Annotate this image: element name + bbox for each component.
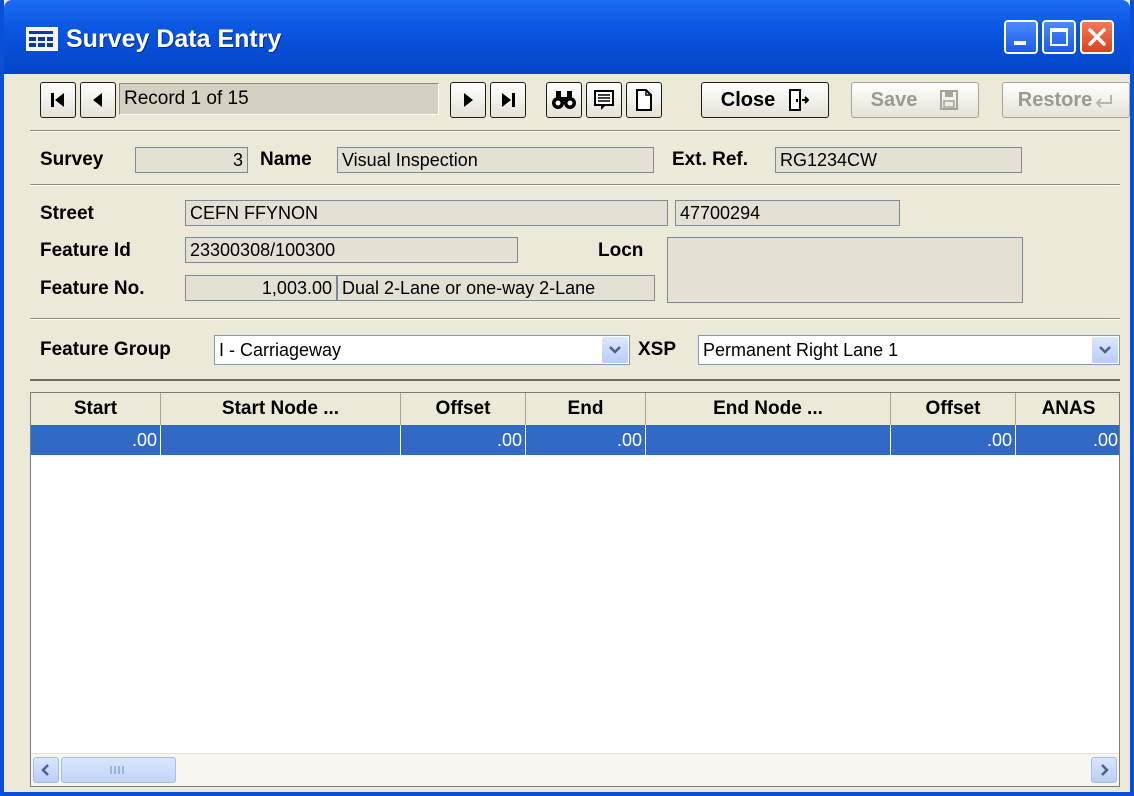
- column-header-end[interactable]: End: [526, 393, 646, 425]
- separator: [30, 379, 1120, 381]
- minimize-icon: [1014, 41, 1026, 45]
- first-record-icon: [51, 93, 64, 107]
- column-header-start-node[interactable]: Start Node ...: [161, 393, 401, 425]
- xsp-label: XSP: [638, 339, 677, 360]
- street-name-field[interactable]: CEFN FFYNON: [185, 200, 668, 226]
- feature-description-field[interactable]: Dual 2-Lane or one-way 2-Lane: [337, 275, 655, 301]
- chevron-right-icon: [1101, 764, 1109, 776]
- document-icon: [636, 89, 652, 111]
- horizontal-scrollbar[interactable]: [31, 753, 1119, 786]
- cell-offset[interactable]: .00: [401, 425, 526, 455]
- feature-no-label: Feature No.: [40, 278, 145, 299]
- close-window-button[interactable]: [1080, 20, 1114, 54]
- column-header-anas[interactable]: ANAS: [1016, 393, 1119, 425]
- grip-icon: [110, 766, 124, 774]
- next-record-button[interactable]: [450, 82, 486, 118]
- location-field[interactable]: [667, 237, 1023, 303]
- close-button[interactable]: Close: [701, 82, 829, 118]
- survey-number-field[interactable]: 3: [135, 147, 248, 173]
- cell-start[interactable]: .00: [31, 425, 161, 455]
- save-button-label: Save: [870, 88, 918, 111]
- xsp-value: Permanent Right Lane 1: [703, 340, 899, 360]
- separator: [30, 319, 1120, 320]
- feature-group-label: Feature Group: [40, 339, 171, 360]
- feature-id-field[interactable]: 23300308/100300: [185, 237, 518, 263]
- previous-record-icon: [93, 93, 102, 107]
- minimize-button[interactable]: [1004, 20, 1038, 54]
- maximize-button[interactable]: [1042, 20, 1076, 54]
- locn-label: Locn: [598, 240, 644, 261]
- notes-button[interactable]: [586, 82, 622, 118]
- chevron-left-icon: [41, 764, 49, 776]
- scroll-right-button[interactable]: [1091, 757, 1117, 783]
- close-icon: [1088, 28, 1106, 46]
- save-button[interactable]: Save: [851, 82, 979, 118]
- form-icon: [26, 27, 58, 51]
- chevron-down-icon[interactable]: [1092, 337, 1118, 363]
- feature-group-value: I - Carriageway: [219, 340, 342, 360]
- undo-arrow-icon: [1095, 95, 1113, 108]
- previous-record-button[interactable]: [80, 82, 116, 118]
- feature-grid[interactable]: Start Start Node ... Offset End End Node…: [30, 392, 1120, 787]
- maximize-icon: [1050, 28, 1068, 46]
- chevron-down-icon[interactable]: [602, 337, 628, 363]
- scroll-left-button[interactable]: [33, 757, 59, 783]
- xsp-dropdown[interactable]: Permanent Right Lane 1: [698, 335, 1120, 365]
- window-title: Survey Data Entry: [66, 25, 282, 53]
- ext-ref-label: Ext. Ref.: [672, 149, 749, 170]
- next-record-icon: [464, 93, 473, 107]
- find-button[interactable]: [546, 82, 582, 118]
- separator: [30, 131, 1120, 132]
- feature-group-dropdown[interactable]: I - Carriageway: [214, 335, 630, 365]
- new-record-button[interactable]: [626, 82, 662, 118]
- column-header-offset[interactable]: Offset: [401, 393, 526, 425]
- save-icon: [940, 90, 959, 110]
- name-label: Name: [260, 149, 312, 170]
- restore-button[interactable]: Restore: [1002, 82, 1130, 118]
- cell-offset-2[interactable]: .00: [891, 425, 1016, 455]
- street-label: Street: [40, 203, 94, 224]
- scroll-thumb[interactable]: [61, 757, 176, 783]
- exit-door-icon: [789, 89, 810, 111]
- column-header-offset-2[interactable]: Offset: [891, 393, 1016, 425]
- last-record-icon: [502, 93, 515, 107]
- cell-anas[interactable]: .00: [1016, 425, 1119, 455]
- cell-end-node[interactable]: [646, 425, 891, 455]
- close-button-label: Close: [720, 88, 776, 111]
- title-bar[interactable]: Survey Data Entry: [4, 0, 1130, 74]
- ext-ref-field[interactable]: RG1234CW: [775, 147, 1022, 173]
- table-row[interactable]: .00 .00 .00 .00 .00: [31, 425, 1119, 455]
- feature-number-field[interactable]: 1,003.00: [185, 275, 337, 301]
- feature-id-label: Feature Id: [40, 240, 131, 261]
- notes-icon: [594, 90, 614, 110]
- cell-start-node[interactable]: [161, 425, 401, 455]
- column-header-end-node[interactable]: End Node ...: [646, 393, 891, 425]
- record-indicator: Record 1 of 15: [119, 83, 439, 115]
- survey-label: Survey: [40, 149, 104, 170]
- record-toolbar: Record 1 of 15 Close Save Restore: [4, 74, 1130, 126]
- cell-end[interactable]: .00: [526, 425, 646, 455]
- street-code-field[interactable]: 47700294: [675, 200, 900, 226]
- first-record-button[interactable]: [40, 82, 76, 118]
- column-header-start[interactable]: Start: [31, 393, 161, 425]
- separator: [30, 185, 1120, 186]
- survey-name-field[interactable]: Visual Inspection: [337, 147, 654, 173]
- binoculars-icon: [552, 91, 576, 109]
- last-record-button[interactable]: [490, 82, 526, 118]
- survey-data-entry-window: Survey Data Entry Record 1 of 15 Close S…: [0, 0, 1134, 796]
- restore-button-label: Restore: [1017, 88, 1093, 111]
- grid-header: Start Start Node ... Offset End End Node…: [31, 393, 1119, 425]
